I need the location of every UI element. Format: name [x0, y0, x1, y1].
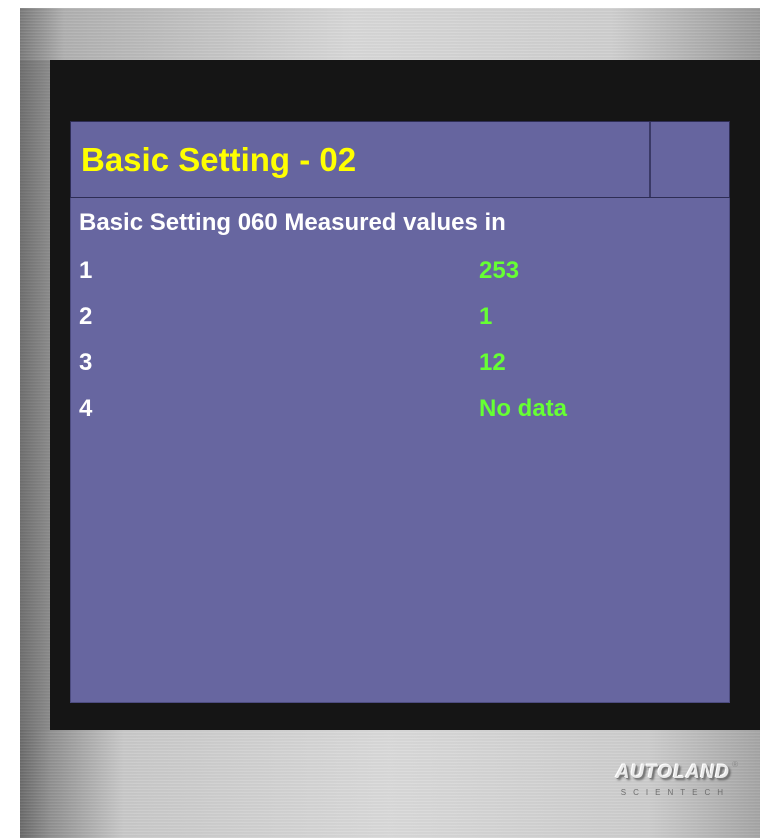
measured-values-header: Basic Setting 060 Measured values in: [79, 209, 506, 236]
title-bar: Basic Setting - 02: [70, 121, 730, 198]
device-top-bezel: [20, 8, 760, 60]
row-index: 4: [79, 395, 93, 422]
measured-value-row: 2 1: [70, 303, 730, 343]
scan-tool-device: Basic Setting - 02 Basic Setting 060 Mea…: [20, 8, 760, 838]
row-value: 12: [479, 349, 506, 376]
brand-tagline: SCIENTECH: [620, 788, 730, 797]
row-index: 2: [79, 303, 93, 330]
display-screen: Basic Setting - 02 Basic Setting 060 Mea…: [70, 121, 730, 703]
measured-value-row: 4 No data: [70, 395, 730, 435]
row-index: 1: [79, 257, 93, 284]
registered-mark: ®: [732, 760, 738, 769]
row-value: 253: [479, 257, 520, 284]
brand-logo: AUTOLAND ® SCIENTECH: [578, 760, 738, 812]
row-index: 3: [79, 349, 93, 376]
brand-name: AUTOLAND: [615, 762, 730, 783]
row-value: 1: [479, 303, 493, 330]
device-bottom-bezel: AUTOLAND ® SCIENTECH: [20, 730, 760, 838]
measured-value-row: 1 253: [70, 257, 730, 297]
title-corner-button[interactable]: [651, 122, 729, 197]
measured-value-row: 3 12: [70, 349, 730, 389]
row-value: No data: [479, 395, 568, 422]
page-title: Basic Setting - 02: [81, 141, 357, 178]
